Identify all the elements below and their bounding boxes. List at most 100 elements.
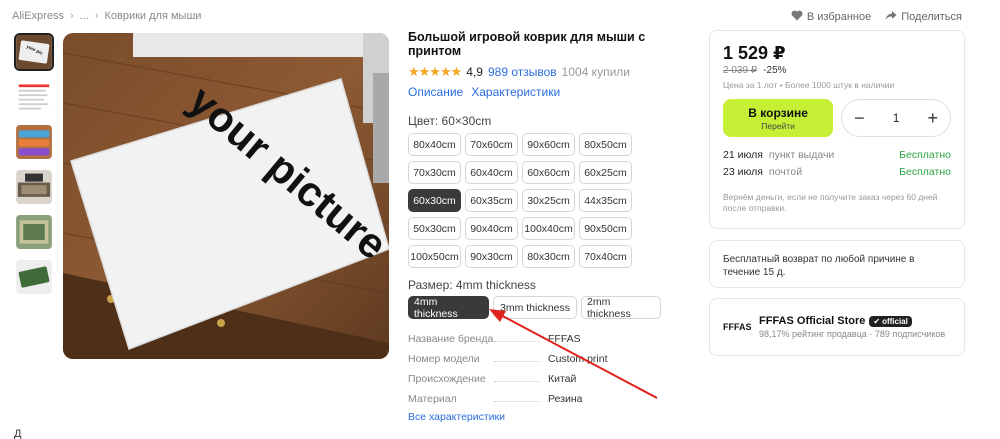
size-option[interactable]: 80x40cm — [408, 133, 461, 156]
thumbnail-6[interactable] — [14, 258, 54, 296]
size-option[interactable]: 70x60cm — [465, 133, 518, 156]
description-link[interactable]: Описание — [408, 85, 463, 99]
thickness-option-label: Размер: 4mm thickness — [408, 278, 536, 292]
delivery-left: 23 июля почтой — [723, 166, 802, 178]
delivery-row: 21 июля пункт выдачи Бесплатно — [723, 146, 951, 163]
spec-value: Custom print — [548, 353, 608, 365]
thickness-options: 4mm thickness 3mm thickness 2mm thickness — [408, 296, 698, 320]
quantity-value: 1 — [892, 111, 900, 125]
store-logo: FFFAS — [723, 322, 752, 332]
specs-link[interactable]: Характеристики — [471, 85, 560, 99]
chevron-right-icon: › — [94, 10, 99, 22]
breadcrumb-ellipsis[interactable]: ... — [80, 10, 89, 22]
store-name-row: FFFAS Official Store ✔ official — [759, 315, 945, 327]
spec-value: Китай — [548, 373, 577, 385]
size-option[interactable]: 90x50cm — [579, 217, 632, 240]
spec-value: Резина — [548, 393, 583, 405]
size-option[interactable]: 90x40cm — [465, 217, 518, 240]
size-option[interactable]: 90x30cm — [465, 245, 518, 268]
delivery-left: 21 июля пункт выдачи — [723, 149, 834, 161]
return-text: Бесплатный возврат по любой причине в те… — [723, 254, 915, 278]
favorite-button[interactable]: В избранное — [791, 10, 871, 24]
thumbnail-2[interactable] — [14, 78, 54, 116]
size-option[interactable]: 80x50cm — [579, 133, 632, 156]
store-stats: 98,17% рейтинг продавца · 789 подписчико… — [759, 329, 946, 339]
thumbnail-list: your pic — [14, 33, 54, 296]
size-option[interactable]: 60x25cm — [579, 161, 632, 184]
heart-icon — [791, 10, 803, 24]
cart-button-label: В корзине — [748, 105, 808, 120]
main-product-image[interactable]: your picture — [63, 33, 389, 359]
delivery-price: Бесплатно — [899, 148, 951, 161]
spec-row: Материал Резина — [408, 389, 698, 409]
store-card[interactable]: FFFAS FFFAS Official Store ✔ official 98… — [709, 298, 965, 356]
spec-value: FFFAS — [548, 333, 581, 345]
size-option[interactable]: 60x35cm — [465, 189, 518, 212]
return-info: Бесплатный возврат по любой причине в те… — [709, 240, 965, 288]
breadcrumb: AliExpress › ... › Коврики для мыши — [12, 10, 201, 22]
rating-row: ★★★★★ 4,9 989 отзывов 1004 купили — [408, 64, 698, 80]
size-options: 80x40cm 70x60cm 90x60cm 80x50cm 70x30cm 60x40… — [408, 133, 698, 268]
size-option[interactable]: 50x30cm — [408, 217, 461, 240]
delivery-method: почтой — [768, 165, 803, 178]
breadcrumb-category[interactable]: Коврики для мыши — [104, 10, 201, 22]
rating-value: 4,9 — [466, 65, 483, 79]
size-option[interactable]: 44x35cm — [579, 189, 632, 212]
store-name[interactable]: FFFAS Official Store — [759, 315, 865, 327]
official-badge: ✔ official — [869, 315, 912, 327]
size-option[interactable]: 70x30cm — [408, 161, 461, 184]
specs-list: Название бренда FFFAS Номер модели Custom p… — [408, 329, 698, 409]
delivery-date: 23 июля — [723, 165, 763, 178]
cart-button[interactable]: В корзине Перейти — [723, 99, 834, 137]
thumbnail-5[interactable] — [14, 213, 54, 251]
spec-row: Название бренда FFFAS — [408, 329, 698, 349]
spec-key: Материал — [408, 393, 548, 405]
delivery-row: 23 июля почтой Бесплатно — [723, 163, 951, 180]
thickness-option[interactable]: 3mm thickness — [493, 296, 577, 319]
product-title: Большой игровой коврик для мыши с принто… — [408, 30, 646, 58]
size-option[interactable]: 90x60cm — [522, 133, 575, 156]
price-old-row: 2 039 ₽ -25% — [723, 65, 951, 76]
breadcrumb-root[interactable]: AliExpress — [12, 10, 64, 22]
size-option[interactable]: 80x30cm — [522, 245, 575, 268]
spec-key: Номер модели — [408, 353, 548, 365]
color-option-label: Цвет: 60×30cm — [408, 114, 492, 128]
delivery-date: 21 июля — [723, 148, 763, 161]
spec-key: Происхождение — [408, 373, 548, 385]
official-badge-label: official — [882, 316, 908, 326]
product-info: Большой игровой коврик для мыши с принто… — [408, 30, 698, 423]
size-option[interactable]: 70x40cm — [579, 245, 632, 268]
spec-key: Название бренда — [408, 333, 548, 345]
spec-row: Происхождение Китай — [408, 369, 698, 389]
top-actions: В избранное Поделиться — [791, 10, 962, 24]
size-option[interactable]: 60x60cm — [522, 161, 575, 184]
reviews-link[interactable]: 989 отзывов — [488, 65, 557, 79]
size-option[interactable]: 60x30cm — [408, 189, 461, 212]
sold-count: 1004 купили — [561, 65, 630, 79]
share-button[interactable]: Поделиться — [885, 10, 962, 24]
cart-button-sub: Перейти — [761, 120, 795, 131]
delivery-options: 21 июля пункт выдачи Бесплатно 23 июля почто… — [723, 146, 951, 180]
all-specs-link[interactable]: Все характеристики — [408, 411, 698, 423]
share-label: Поделиться — [901, 11, 962, 23]
cart-row: В корзине Перейти − 1 + — [723, 99, 951, 137]
size-option[interactable]: 30x25cm — [522, 189, 575, 212]
minus-icon[interactable]: − — [854, 109, 865, 127]
thickness-option[interactable]: 2mm thickness — [581, 296, 661, 320]
thickness-option[interactable]: 4mm thickness — [408, 296, 489, 320]
delivery-price: Бесплатно — [899, 165, 951, 178]
favorite-label: В избранное — [806, 11, 872, 23]
info-links: Описание Характеристики — [408, 85, 698, 99]
size-option[interactable]: 60x40cm — [465, 161, 518, 184]
share-icon — [885, 10, 897, 24]
price: 1 529 ₽ — [723, 43, 786, 63]
thumbnail-1[interactable]: your pic — [14, 33, 54, 71]
plus-icon[interactable]: + — [927, 109, 938, 127]
price-note: Цена за 1 лот • Более 1000 штук в наличи… — [723, 80, 895, 90]
size-option[interactable]: 100x50cm — [408, 245, 461, 268]
thumbnail-3[interactable] — [14, 123, 54, 161]
thumbnail-4[interactable] — [14, 168, 54, 206]
discount: -25% — [763, 65, 787, 76]
size-option[interactable]: 100x40cm — [522, 217, 575, 240]
refund-note: Вернём деньги, если не получите заказ че… — [723, 192, 938, 214]
